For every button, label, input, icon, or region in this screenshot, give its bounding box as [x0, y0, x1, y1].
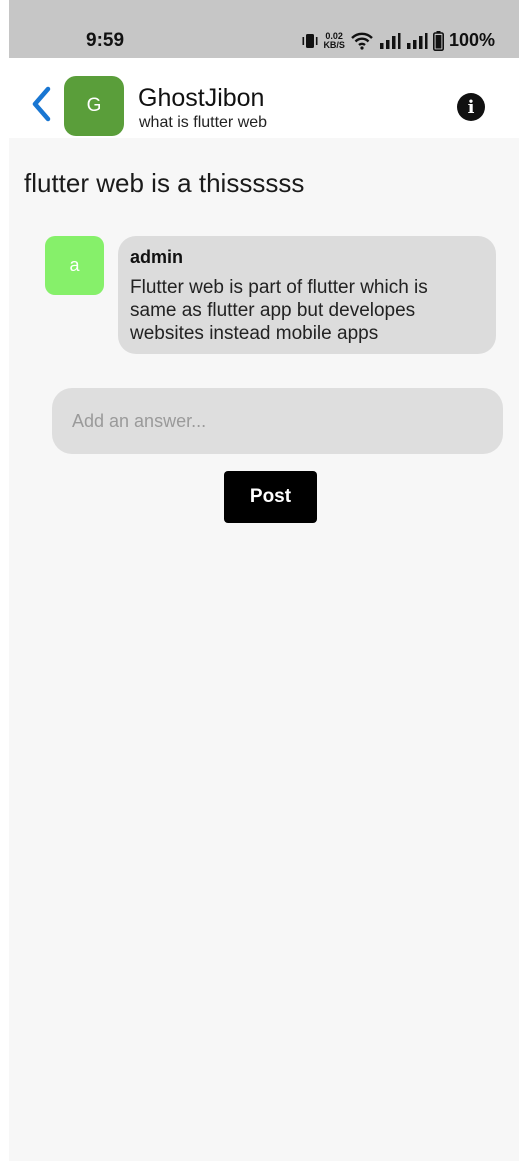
- network-speed: 0.02 KB/S: [323, 31, 345, 50]
- battery-percent: 100%: [448, 30, 495, 50]
- vibrate-icon: [302, 33, 318, 48]
- chevron-left-icon: [32, 86, 51, 122]
- group-avatar-letter: G: [86, 95, 102, 116]
- question-title: flutter web is a thissssss: [24, 168, 305, 198]
- post-button[interactable]: Post: [224, 471, 317, 523]
- question-subtitle: what is flutter web: [139, 114, 268, 131]
- answer-input[interactable]: [52, 388, 503, 454]
- battery-icon: [432, 30, 444, 51]
- answer-avatar: a: [45, 236, 104, 295]
- answer-bubble: admin Flutter web is part of flutter whi…: [118, 236, 496, 354]
- info-icon: i: [467, 96, 475, 118]
- status-time: 9:59: [86, 30, 125, 51]
- network-speed-unit: KB/S: [323, 39, 345, 50]
- signal-icon: [406, 32, 428, 49]
- status-bar: 9:59 0.02 KB/S 100%: [9, 0, 519, 58]
- app-screen: 9:59 0.02 KB/S 100% G GhostJibon what is…: [9, 0, 519, 1161]
- wifi-icon: [351, 32, 373, 50]
- info-button[interactable]: i: [457, 93, 485, 121]
- signal-icon: [379, 32, 401, 49]
- answer-author: admin: [130, 247, 184, 267]
- group-avatar: G: [64, 76, 124, 136]
- back-button[interactable]: [27, 84, 57, 124]
- answer-avatar-letter: a: [69, 255, 80, 275]
- group-title: GhostJibon: [138, 84, 265, 112]
- answer-text: Flutter web is part of flutter which is …: [130, 277, 428, 344]
- app-bar: G GhostJibon what is flutter web i: [9, 58, 519, 138]
- status-icons: 0.02 KB/S 100%: [302, 30, 495, 51]
